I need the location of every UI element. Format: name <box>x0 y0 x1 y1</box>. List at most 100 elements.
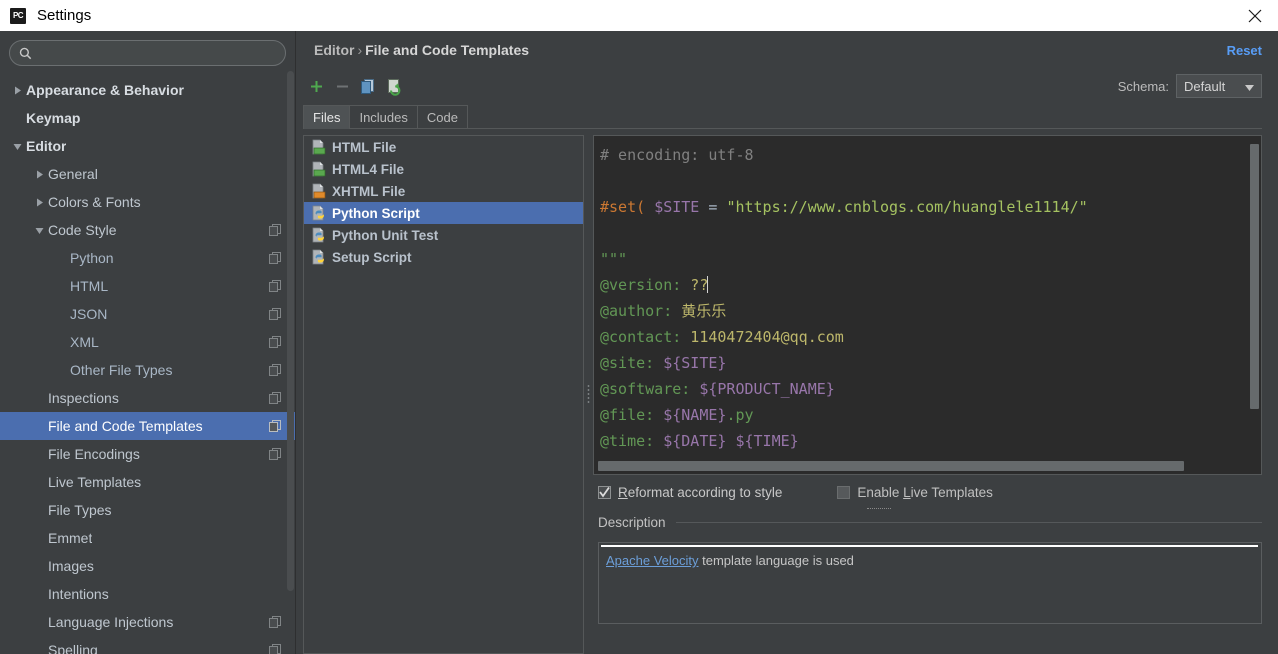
template-file-list[interactable]: HTML File HTML4 File XHTML File Python Scri… <box>303 135 584 654</box>
code-equals: = <box>699 198 727 216</box>
tree-arrow-placeholder <box>32 475 46 489</box>
code-contact-key: @contact: <box>600 328 682 346</box>
template-code-text[interactable]: # encoding: utf-8 #set( $SITE = "https:/… <box>594 136 1261 474</box>
text-caret <box>707 276 709 293</box>
chevron-down-icon[interactable] <box>32 223 46 237</box>
tab-includes[interactable]: Includes <box>349 105 418 129</box>
template-list-item[interactable]: Python Script <box>304 202 583 224</box>
code-comment: # encoding: utf-8 <box>600 146 754 164</box>
template-list-item[interactable]: XHTML File <box>304 180 583 202</box>
sidebar-item-file-encodings[interactable]: File Encodings <box>0 440 295 468</box>
description-divider <box>675 521 1262 523</box>
schema-group: Schema: Default <box>1118 74 1262 98</box>
schema-select[interactable]: Default <box>1176 74 1262 98</box>
description-title: Description <box>598 514 666 530</box>
sidebar-item-json[interactable]: JSON <box>0 300 295 328</box>
tab-label: Files <box>313 110 341 125</box>
sidebar-item-editor[interactable]: Editor <box>0 132 295 160</box>
sidebar-item-other-file-types[interactable]: Other File Types <box>0 356 295 384</box>
sidebar-item-spelling[interactable]: Spelling <box>0 636 295 654</box>
live-templates-label-rest: ive Templates <box>910 484 993 500</box>
window-titlebar: PC Settings <box>0 0 1278 31</box>
code-author-key: @author: <box>600 302 673 320</box>
settings-tree[interactable]: Appearance & Behavior Keymap Editor General… <box>0 72 295 654</box>
breadcrumb-root[interactable]: Editor <box>314 42 354 58</box>
add-template-button[interactable] <box>303 73 329 99</box>
chevron-right-icon[interactable] <box>32 195 46 209</box>
template-list-item[interactable]: HTML File <box>304 136 583 158</box>
python-file-icon <box>312 249 324 265</box>
sidebar-scrollbar[interactable] <box>287 71 294 591</box>
settings-content: Editor › File and Code Templates Reset S… <box>296 31 1278 654</box>
code-version-key: @version: <box>600 276 682 294</box>
sidebar-item-html[interactable]: HTML <box>0 272 295 300</box>
search-box[interactable] <box>9 40 286 66</box>
sidebar-item-colors-fonts[interactable]: Colors & Fonts <box>0 188 295 216</box>
sidebar-item-inspections[interactable]: Inspections <box>0 384 295 412</box>
tab-code[interactable]: Code <box>416 105 468 129</box>
sidebar-item-emmet[interactable]: Emmet <box>0 524 295 552</box>
chevron-down-icon <box>1237 79 1254 94</box>
editor-horizontal-scrollbar[interactable] <box>598 461 1184 471</box>
chevron-down-icon[interactable] <box>10 139 24 153</box>
sidebar-item-label: HTML <box>70 278 109 294</box>
plus-icon <box>310 80 322 92</box>
reformat-checkbox-label: Reformat according to style <box>618 485 782 500</box>
sidebar-item-intentions[interactable]: Intentions <box>0 580 295 608</box>
template-list-item[interactable]: Python Unit Test <box>304 224 583 246</box>
enable-live-templates-checkbox[interactable]: Enable Live Templates <box>837 484 993 509</box>
panel-splitter[interactable] <box>584 135 593 654</box>
project-scope-icon <box>269 308 281 320</box>
reformat-checkbox[interactable]: Reformat according to style <box>598 485 782 500</box>
tree-arrow-placeholder <box>32 643 46 654</box>
sidebar-item-language-injections[interactable]: Language Injections <box>0 608 295 636</box>
chevron-right-icon <box>36 170 43 178</box>
editor-vertical-scrollbar[interactable] <box>1250 144 1259 409</box>
sidebar-item-code-style[interactable]: Code Style <box>0 216 295 244</box>
template-list-item-label: XHTML File <box>332 183 406 199</box>
sidebar-item-appearance-behavior[interactable]: Appearance & Behavior <box>0 76 295 104</box>
checkmark-icon <box>599 486 610 498</box>
search-input[interactable] <box>38 45 276 61</box>
project-scope-icon <box>269 252 281 264</box>
code-author-value: 黄乐乐 <box>672 302 727 320</box>
sidebar-item-images[interactable]: Images <box>0 552 295 580</box>
copy-template-button[interactable] <box>355 73 381 99</box>
apache-velocity-link[interactable]: Apache Velocity <box>606 553 699 568</box>
description-box[interactable]: Apache Velocity template language is use… <box>598 542 1262 624</box>
project-scope-icon <box>269 420 281 432</box>
sidebar-item-general[interactable]: General <box>0 160 295 188</box>
code-contact-value: 1140472404@qq.com <box>681 328 844 346</box>
schema-label: Schema: <box>1117 78 1169 94</box>
code-file-ext: .py <box>726 406 754 424</box>
chevron-down-icon <box>35 227 43 234</box>
template-code-editor[interactable]: # encoding: utf-8 #set( $SITE = "https:/… <box>593 135 1262 475</box>
description-header: Description <box>598 509 1262 535</box>
code-software-value: ${PRODUCT_NAME} <box>690 380 835 398</box>
template-list-item[interactable]: HTML4 File <box>304 158 583 180</box>
project-scope-icon <box>269 644 281 654</box>
template-list-item-label: HTML4 File <box>332 161 405 177</box>
chevron-right-icon[interactable] <box>10 83 24 97</box>
sidebar-item-live-templates[interactable]: Live Templates <box>0 468 295 496</box>
sidebar-item-keymap[interactable]: Keymap <box>0 104 295 132</box>
description-accent <box>601 545 1258 547</box>
reset-button[interactable]: Reset <box>1227 43 1262 58</box>
description-text-rest: template language is used <box>698 553 854 568</box>
reset-template-button[interactable] <box>381 73 407 99</box>
sidebar-item-file-and-code-templates[interactable]: File and Code Templates <box>0 412 295 440</box>
tab-files[interactable]: Files <box>303 105 351 129</box>
close-button[interactable] <box>1232 0 1278 31</box>
python-file-icon <box>312 227 324 243</box>
chevron-right-icon[interactable] <box>32 167 46 181</box>
project-scope-icon <box>269 616 281 628</box>
window-title: Settings <box>37 7 92 24</box>
sidebar-item-xml[interactable]: XML <box>0 328 295 356</box>
template-list-item[interactable]: Setup Script <box>304 246 583 268</box>
splitter-handle-icon <box>587 384 590 403</box>
sidebar-item-file-types[interactable]: File Types <box>0 496 295 524</box>
template-tabs: Files Includes Code <box>296 103 1278 129</box>
sidebar-item-label: XML <box>70 334 99 350</box>
tree-arrow-placeholder <box>54 251 68 265</box>
sidebar-item-python[interactable]: Python <box>0 244 295 272</box>
